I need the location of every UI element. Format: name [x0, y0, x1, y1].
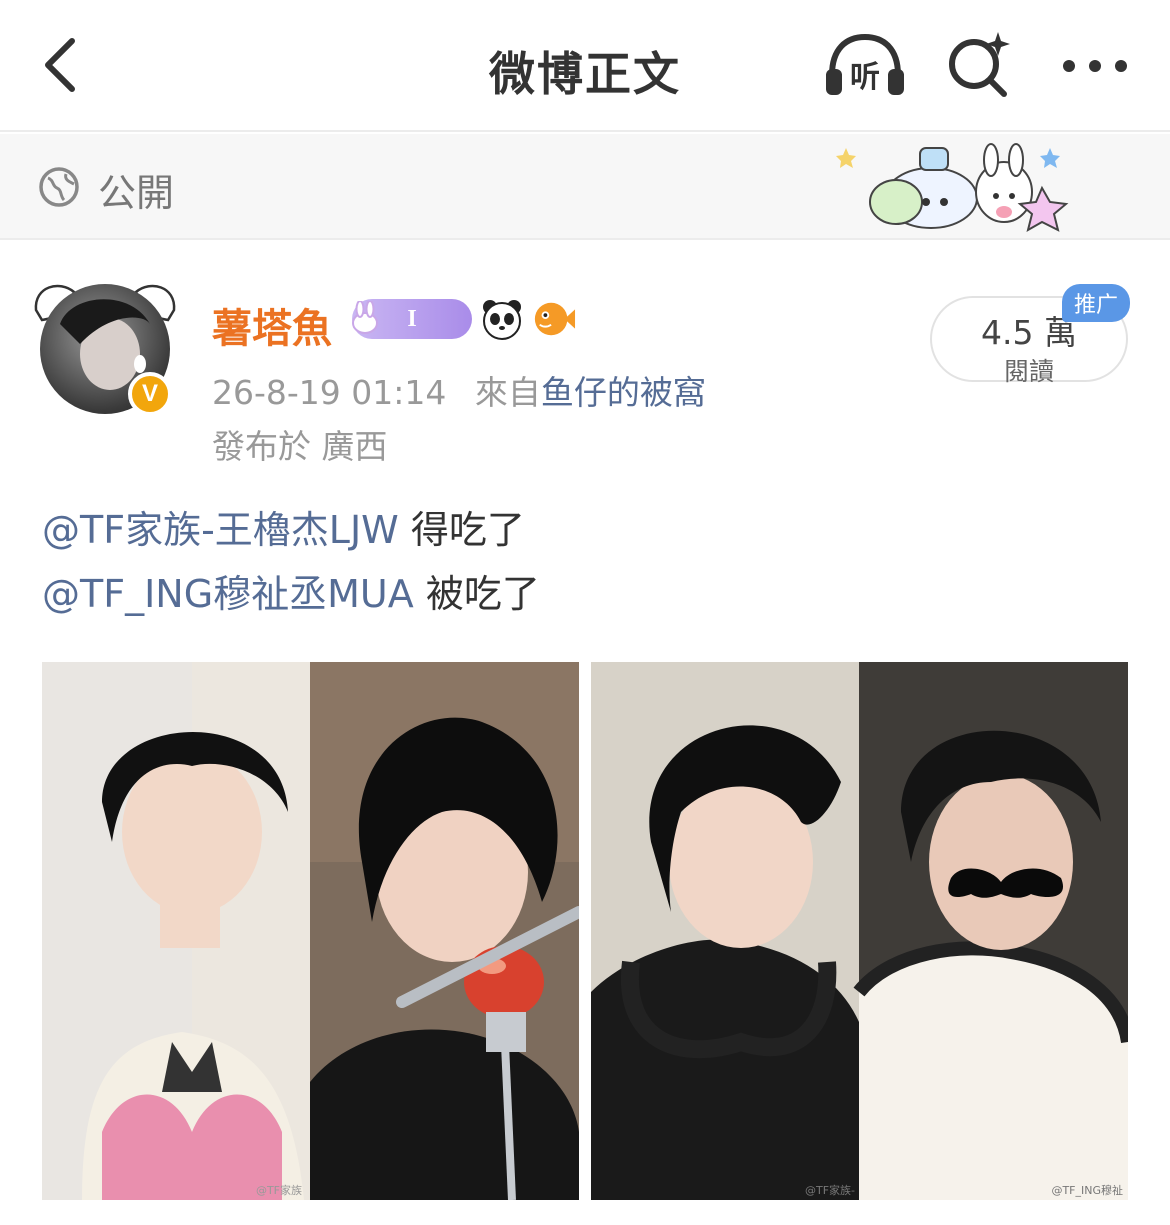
sparkle-search-icon — [949, 32, 1010, 97]
listen-button[interactable]: 听 — [820, 30, 910, 102]
visibility-bar: 公開 — [0, 134, 1170, 240]
visibility-label: 公開 — [98, 171, 175, 215]
source-prefix: 來自 — [474, 373, 541, 412]
listen-label: 听 — [850, 60, 880, 95]
panda-icon — [483, 300, 521, 340]
user-badges: I — [352, 296, 576, 342]
image-watermark: @TF_ING穆祉 — [1051, 1183, 1123, 1197]
panda-badge[interactable] — [480, 297, 524, 341]
mention-link[interactable]: @TF_ING穆祉丞MUA — [42, 572, 414, 616]
member-badge-letter: I — [407, 305, 417, 332]
promote-tag[interactable]: 推广 — [1062, 284, 1130, 322]
author-username[interactable]: 薯塔魚 — [212, 296, 332, 354]
photo-collage-right: @TF家族- @TF_ING穆祉 — [591, 662, 1128, 1200]
mention-link[interactable]: @TF家族-王櫓杰LJW — [42, 508, 399, 552]
post-body: @TF家族-王櫓杰LJW 得吃了 @TF_ING穆祉丞MUA 被吃了 — [42, 498, 1132, 626]
post-line-text: 被吃了 — [413, 572, 540, 616]
post-source-link[interactable]: 鱼仔的被窩 — [541, 373, 706, 412]
top-nav-bar: 微博正文 听 — [0, 0, 1170, 132]
post-image-1[interactable]: @TF家族 — [42, 662, 579, 1200]
post-line: @TF家族-王櫓杰LJW 得吃了 — [42, 498, 1132, 562]
ellipsis-icon — [1063, 60, 1127, 72]
fish-icon — [534, 302, 576, 336]
post-line: @TF_ING穆祉丞MUA 被吃了 — [42, 562, 1132, 626]
post-image-2[interactable]: @TF家族- @TF_ING穆祉 — [591, 662, 1128, 1200]
search-button[interactable] — [935, 30, 1025, 102]
post-timestamp: 26-8-19 01:14 — [212, 373, 447, 412]
globe-icon — [39, 167, 79, 207]
more-button[interactable] — [1050, 30, 1140, 102]
read-label: 閱讀 — [1003, 357, 1054, 386]
post-line-text: 得吃了 — [398, 508, 525, 552]
image-watermark: @TF家族 — [256, 1183, 302, 1197]
image-watermark: @TF家族- — [805, 1183, 855, 1197]
fish-badge[interactable] — [532, 297, 576, 341]
verified-badge: V — [128, 372, 172, 416]
post-meta: 26-8-19 01:14 來自鱼仔的被窩 — [212, 366, 706, 414]
headphones-icon: 听 — [826, 33, 904, 95]
bunny-icon — [352, 301, 378, 334]
member-badge[interactable]: I — [352, 299, 472, 339]
cute-sticker-decoration — [836, 143, 1069, 233]
photo-collage-left: @TF家族 — [42, 662, 579, 1200]
post-location: 發布於 廣西 — [212, 427, 388, 466]
